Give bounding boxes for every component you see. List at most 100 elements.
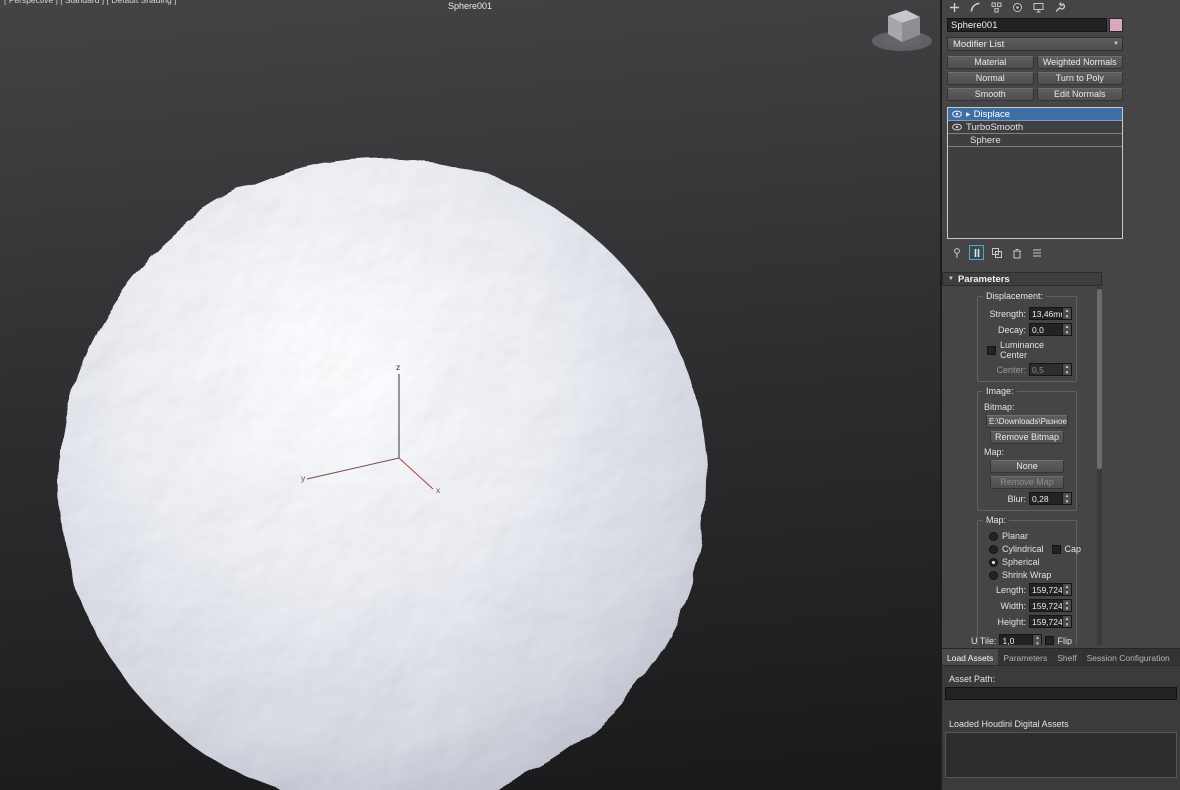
- map-group: Map: Planar Cylindrical Cap Spherical Sh…: [971, 515, 1081, 645]
- spinner-down-icon[interactable]: ▼: [1063, 590, 1071, 596]
- cap-checkbox[interactable]: [1051, 544, 1061, 554]
- y-axis-line: [306, 457, 400, 480]
- spinner-arrows[interactable]: ▲ ▼: [1063, 307, 1072, 320]
- spherical-radio[interactable]: [989, 557, 998, 567]
- spinner-arrows[interactable]: ▲ ▼: [1063, 323, 1072, 336]
- houdini-tab-bar: Load Assets Parameters Shelf Session Con…: [942, 649, 1180, 666]
- modifier-quick-buttons: Material Weighted Normals Normal Turn to…: [947, 56, 1123, 101]
- configure-modifier-sets-icon[interactable]: [1029, 245, 1044, 260]
- spinner-arrows[interactable]: ▲ ▼: [1063, 492, 1072, 505]
- viewport-object-name: Sphere001: [447, 1, 493, 11]
- tab-load-assets[interactable]: Load Assets: [942, 649, 999, 665]
- luminance-center-checkbox[interactable]: [987, 345, 996, 355]
- stack-row-sphere[interactable]: Sphere: [948, 134, 1122, 147]
- rollout-body: Displacement: Strength: 13,46mm ▲▼ Decay…: [942, 287, 1098, 645]
- edit-normals-button[interactable]: Edit Normals: [1036, 88, 1123, 101]
- tab-parameters[interactable]: Parameters: [998, 649, 1052, 665]
- map-none-button[interactable]: None: [990, 460, 1064, 473]
- viewport-label[interactable]: [ Perspective ] [ Standard ] [ Default S…: [4, 0, 176, 5]
- luminance-center-label: Luminance Center: [1000, 340, 1045, 360]
- shrink-wrap-radio[interactable]: [989, 570, 998, 580]
- decay-spinner[interactable]: 0,0 ▲ ▼: [1029, 323, 1072, 336]
- bitmap-label: Bitmap:: [984, 402, 1015, 412]
- bitmap-path-button[interactable]: E:\Downloads\Разное\З: [986, 415, 1068, 428]
- blur-value[interactable]: 0,28: [1029, 492, 1063, 505]
- center-label: Center:: [996, 364, 1026, 375]
- visibility-eye-icon[interactable]: [951, 123, 963, 131]
- visibility-eye-icon[interactable]: [951, 110, 963, 118]
- display-tab-icon[interactable]: [1032, 2, 1044, 14]
- spinner-down-icon[interactable]: ▼: [1063, 606, 1071, 612]
- remove-modifier-trash-icon[interactable]: [1009, 245, 1024, 260]
- length-spinner[interactable]: 159,724 ▲ ▼: [1029, 583, 1072, 596]
- stack-row-label: Displace: [973, 108, 1011, 120]
- spinner-arrows[interactable]: ▲ ▼: [1033, 634, 1043, 645]
- remove-bitmap-button[interactable]: Remove Bitmap: [990, 431, 1064, 444]
- object-name-field[interactable]: [947, 18, 1107, 32]
- cap-label: Cap: [1064, 544, 1082, 554]
- spinner-down-icon[interactable]: ▼: [1063, 499, 1071, 505]
- width-spinner[interactable]: 159,724 ▲ ▼: [1029, 599, 1072, 612]
- object-color-swatch[interactable]: [1109, 18, 1123, 32]
- spinner-arrows: ▲ ▼: [1063, 363, 1072, 376]
- tab-shelf[interactable]: Shelf: [1052, 649, 1081, 665]
- utilities-tab-icon[interactable]: [1053, 2, 1065, 14]
- motion-tab-icon[interactable]: [1011, 2, 1023, 14]
- turn-to-poly-button[interactable]: Turn to Poly: [1036, 72, 1123, 85]
- remove-map-button: Remove Map: [990, 476, 1064, 489]
- spinner-arrows[interactable]: ▲ ▼: [1063, 615, 1072, 628]
- modify-tab-icon[interactable]: [969, 2, 981, 14]
- loaded-assets-listbox[interactable]: [945, 732, 1177, 778]
- material-button[interactable]: Material: [947, 56, 1034, 69]
- rollout-scrollbar[interactable]: [1097, 287, 1102, 645]
- u-flip-checkbox[interactable]: [1045, 636, 1055, 645]
- height-spinner[interactable]: 159,724 ▲ ▼: [1029, 615, 1072, 628]
- spinner-down-icon[interactable]: ▼: [1063, 622, 1071, 628]
- make-unique-icon[interactable]: [989, 245, 1004, 260]
- viewport[interactable]: z y x [ Perspective ] [ Standard ] [ Def…: [0, 0, 942, 790]
- stack-row-displace[interactable]: ▶ Displace: [948, 108, 1122, 121]
- spinner-down-icon[interactable]: ▼: [1063, 314, 1071, 320]
- spherical-label: Spherical: [1002, 557, 1040, 567]
- length-value[interactable]: 159,724: [1029, 583, 1063, 596]
- tab-session-configuration[interactable]: Session Configuration: [1082, 649, 1175, 665]
- center-value: 0,5: [1029, 363, 1063, 376]
- viewcube[interactable]: [866, 4, 936, 56]
- rollout-parameters-header[interactable]: ▼ Parameters: [942, 272, 1102, 286]
- displacement-group: Displacement: Strength: 13,46mm ▲▼ Decay…: [977, 291, 1077, 382]
- blur-spinner[interactable]: 0,28 ▲ ▼: [1029, 492, 1072, 505]
- asset-path-label: Asset Path:: [949, 674, 996, 684]
- decay-value[interactable]: 0,0: [1029, 323, 1063, 336]
- rollout-scrollbar-thumb[interactable]: [1097, 289, 1102, 469]
- hierarchy-tab-icon[interactable]: [990, 2, 1002, 14]
- spinner-arrows[interactable]: ▲ ▼: [1063, 583, 1072, 596]
- width-value[interactable]: 159,724: [1029, 599, 1063, 612]
- strength-value[interactable]: 13,46mm: [1029, 307, 1063, 320]
- smooth-button[interactable]: Smooth: [947, 88, 1034, 101]
- map-label: Map:: [984, 447, 1005, 457]
- spinner-arrows[interactable]: ▲ ▼: [1063, 599, 1072, 612]
- weighted-normals-button[interactable]: Weighted Normals: [1036, 56, 1123, 69]
- normal-button[interactable]: Normal: [947, 72, 1034, 85]
- modifier-list-dropdown[interactable]: Modifier List ▼: [947, 37, 1123, 51]
- spinner-down-icon[interactable]: ▼: [1033, 641, 1041, 645]
- expand-arrow-icon[interactable]: ▶: [966, 111, 971, 118]
- axis-tripod: z y x: [301, 362, 441, 495]
- rollout-open-icon: ▼: [948, 276, 954, 282]
- object-name-row: [947, 18, 1123, 32]
- show-end-result-icon[interactable]: [969, 245, 984, 260]
- strength-spinner[interactable]: 13,46mm ▲▼: [1029, 307, 1072, 320]
- x-axis-line: [398, 457, 434, 490]
- u-tile-value[interactable]: 1,0: [999, 634, 1034, 645]
- spinner-down-icon[interactable]: ▼: [1063, 330, 1071, 336]
- spinner-down-icon: ▼: [1064, 370, 1070, 375]
- height-value[interactable]: 159,724: [1029, 615, 1063, 628]
- cylindrical-radio[interactable]: [989, 544, 998, 554]
- z-axis-label: z: [396, 362, 400, 372]
- create-tab-icon[interactable]: [948, 2, 960, 14]
- planar-radio[interactable]: [989, 531, 998, 541]
- stack-row-turbosmooth[interactable]: TurboSmooth: [948, 121, 1122, 134]
- pin-stack-icon[interactable]: [949, 245, 964, 260]
- u-tile-spinner[interactable]: 1,0 ▲ ▼: [999, 634, 1043, 645]
- asset-path-input[interactable]: [945, 687, 1177, 700]
